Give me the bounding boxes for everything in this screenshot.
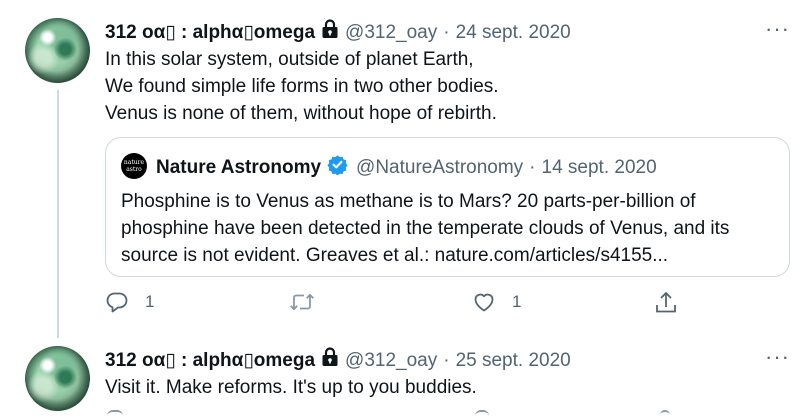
separator-dot: · (443, 349, 450, 371)
retweet-icon (289, 290, 315, 314)
quoted-text-line[interactable]: source is not evident. Greaves et al.: n… (121, 242, 781, 269)
logo-text: astro (126, 166, 142, 173)
like-icon[interactable] (475, 410, 489, 419)
tweet-date[interactable]: 25 sept. 2020 (456, 349, 571, 373)
quoted-tweet-date[interactable]: 14 sept. 2020 (542, 156, 657, 180)
tweet-action-bar: 1 1 (105, 290, 705, 318)
quoted-tweet-header: Nature Astronomy @NatureAstronomy · 14 s… (156, 154, 657, 182)
tweet-date[interactable]: 24 sept. 2020 (456, 21, 571, 45)
share-button[interactable] (654, 290, 678, 316)
separator-dot: · (443, 21, 450, 43)
reply-icon[interactable] (107, 410, 123, 419)
quoted-tweet-text: Phosphine is to Venus as methane is to M… (121, 188, 781, 269)
nature-astronomy-avatar[interactable]: nature astro (121, 153, 147, 179)
more-icon[interactable]: ··· (765, 18, 789, 46)
reply-count: 1 (145, 292, 155, 311)
user-handle[interactable]: @312_oay (345, 349, 437, 373)
quoted-user-handle[interactable]: @NatureAstronomy (356, 156, 523, 180)
reply-button[interactable]: 1 (105, 290, 154, 314)
display-name[interactable]: 312 οα▯ : alphα▯omega (105, 349, 315, 373)
tweet-text-line: We found simple life forms in two other … (105, 76, 499, 97)
more-icon[interactable]: ··· (765, 346, 789, 374)
logo-text: nature (123, 159, 145, 166)
tweet-header: 312 οα▯ : alphα▯omega @312_oay · 24 sept… (105, 19, 571, 46)
like-count: 1 (512, 292, 522, 311)
tweet-text-line: Venus is none of them, without hope of r… (105, 103, 497, 124)
reply-icon (105, 290, 129, 314)
tweet-action-bar-partial (105, 410, 705, 420)
quoted-tweet[interactable]: nature astro Nature Astronomy @NatureAst… (105, 137, 790, 277)
like-button[interactable]: 1 (472, 290, 521, 314)
separator-dot: · (529, 157, 536, 178)
user-handle[interactable]: @312_oay (345, 21, 437, 45)
verified-badge-icon (327, 154, 348, 182)
thread-connector-line (57, 90, 59, 338)
avatar[interactable] (25, 18, 90, 83)
like-icon (472, 290, 496, 314)
tweet-text-line: In this solar system, outside of planet … (105, 49, 474, 70)
avatar[interactable] (25, 346, 90, 411)
share-icon[interactable] (660, 410, 670, 419)
share-icon (654, 290, 678, 316)
tweet-text: In this solar system, outside of planet … (105, 46, 499, 127)
tweet-header: 312 οα▯ : alphα▯omega @312_oay · 25 sept… (105, 347, 571, 374)
tweet-text: Visit it. Make reforms. It's up to you b… (105, 374, 477, 401)
display-name[interactable]: 312 οα▯ : alphα▯omega (105, 21, 315, 45)
lock-icon (321, 347, 339, 374)
retweet-button[interactable] (289, 290, 331, 314)
tweet-text-line: Visit it. Make reforms. It's up to you b… (105, 377, 477, 398)
quoted-text-line: phosphine have been detected in the temp… (121, 218, 730, 239)
lock-icon (321, 19, 339, 46)
quoted-text-line: Phosphine is to Venus as methane is to M… (121, 191, 696, 212)
quoted-display-name[interactable]: Nature Astronomy (156, 156, 321, 180)
